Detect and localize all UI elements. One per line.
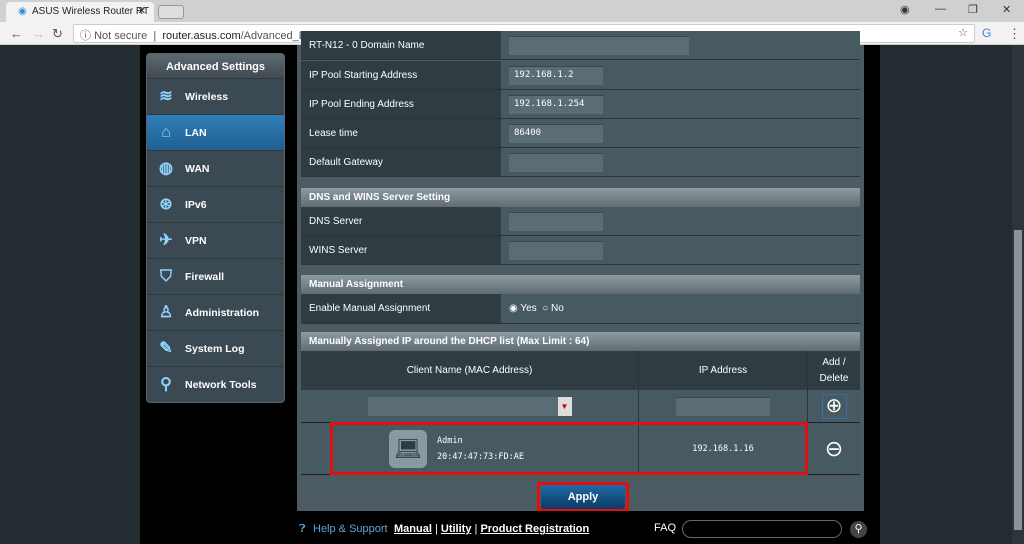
profile-icon[interactable]: ◉ <box>900 3 910 16</box>
utility-link[interactable]: Utility <box>441 523 472 535</box>
sidebar-item-wan[interactable]: ◍ WAN <box>147 150 284 186</box>
sidebar-title: Advanced Settings <box>147 54 284 78</box>
product-registration-link[interactable]: Product Registration <box>480 523 589 535</box>
translate-icon[interactable]: G <box>982 26 991 40</box>
dropdown-arrow-icon[interactable]: ▼ <box>557 397 572 416</box>
browser-tab[interactable]: ◉ ASUS Wireless Router RT ✕ <box>6 2 154 22</box>
home-icon: ⌂ <box>161 123 171 141</box>
minimize-button[interactable]: — <box>935 3 946 15</box>
wins-server-input[interactable] <box>509 240 603 260</box>
radio-no[interactable]: ○ No <box>542 303 564 314</box>
shield-icon: ⛉ <box>159 267 172 285</box>
dns-section-header: DNS and WINS Server Setting <box>301 188 860 207</box>
domain-name-row: RT-N12 - 0 Domain Name <box>301 31 860 60</box>
domain-name-input[interactable] <box>509 35 689 55</box>
add-entry-row: ▼ ⊕ <box>301 390 860 423</box>
radio-yes[interactable]: ◉ Yes <box>509 303 537 314</box>
menu-icon[interactable]: ⋮ <box>1008 26 1021 42</box>
ipv6-icon: ⊛ <box>159 195 173 213</box>
manual-list-header: Manually Assigned IP around the DHCP lis… <box>301 332 860 351</box>
apply-button[interactable]: Apply <box>541 485 625 509</box>
delete-entry-button[interactable]: ⊖ <box>808 423 860 475</box>
sidebar-item-wireless[interactable]: ≋ Wireless <box>147 78 284 114</box>
sidebar: Advanced Settings ≋ Wireless ⌂ LAN ◍ WAN ⊛ I… <box>146 53 285 403</box>
tools-icon: ⚲ <box>160 375 172 393</box>
faq-search-input[interactable] <box>682 520 842 538</box>
ip-address-input[interactable] <box>676 397 770 416</box>
client-select[interactable] <box>367 397 558 416</box>
add-entry-button[interactable]: ⊕ <box>821 394 847 419</box>
reload-icon[interactable]: ↻ <box>52 26 63 42</box>
manual-assignment-header: Manual Assignment <box>301 275 860 294</box>
restore-button[interactable]: ❐ <box>968 3 978 16</box>
wifi-icon: ≋ <box>159 87 173 105</box>
log-icon: ✎ <box>159 339 173 357</box>
back-icon[interactable]: ← <box>10 26 23 41</box>
globe-icon: ◍ <box>159 159 173 177</box>
info-icon: ⓘ <box>80 30 95 42</box>
close-tab-icon[interactable]: ✕ <box>138 6 146 17</box>
default-gateway-input[interactable] <box>509 152 603 172</box>
forward-icon[interactable]: → <box>32 26 45 41</box>
lease-time-input[interactable]: 86400 <box>509 123 603 143</box>
scrollbar-thumb[interactable] <box>1014 230 1022 530</box>
ip-pool-start-input[interactable]: 192.168.1.2 <box>509 65 603 85</box>
bookmark-star-icon[interactable]: ☆ <box>958 26 968 39</box>
dns-server-input[interactable] <box>509 211 603 231</box>
close-window-button[interactable]: ✕ <box>1002 3 1011 16</box>
user-icon: ♙ <box>158 303 174 321</box>
ip-pool-end-input[interactable]: 192.168.1.254 <box>509 94 603 114</box>
sidebar-item-firewall[interactable]: ⛉ Firewall <box>147 258 284 294</box>
page-scrollbar[interactable] <box>1012 45 1024 544</box>
sidebar-item-system-log[interactable]: ✎ System Log <box>147 330 284 366</box>
manual-link[interactable]: Manual <box>394 523 432 535</box>
tab-strip: ◉ ASUS Wireless Router RT ✕ ◉ — ❐ ✕ <box>0 0 1024 22</box>
asus-favicon-icon: ◉ <box>18 6 27 17</box>
sidebar-item-vpn[interactable]: ✈ VPN <box>147 222 284 258</box>
sidebar-item-lan[interactable]: ⌂ LAN <box>147 114 284 150</box>
highlight-box <box>330 422 808 475</box>
sidebar-item-administration[interactable]: ♙ Administration <box>147 294 284 330</box>
vpn-icon: ✈ <box>159 231 173 249</box>
help-icon: ❓︎ <box>299 523 306 535</box>
new-tab-button[interactable] <box>158 5 184 19</box>
search-icon[interactable]: ⚲ <box>850 521 867 538</box>
list-column-headers: Client Name (MAC Address) IP Address Add… <box>301 351 860 390</box>
footer: ❓︎ Help & Support Manual | Utility | Pro… <box>297 520 877 540</box>
sidebar-item-ipv6[interactable]: ⊛ IPv6 <box>147 186 284 222</box>
sidebar-item-network-tools[interactable]: ⚲ Network Tools <box>147 366 284 402</box>
